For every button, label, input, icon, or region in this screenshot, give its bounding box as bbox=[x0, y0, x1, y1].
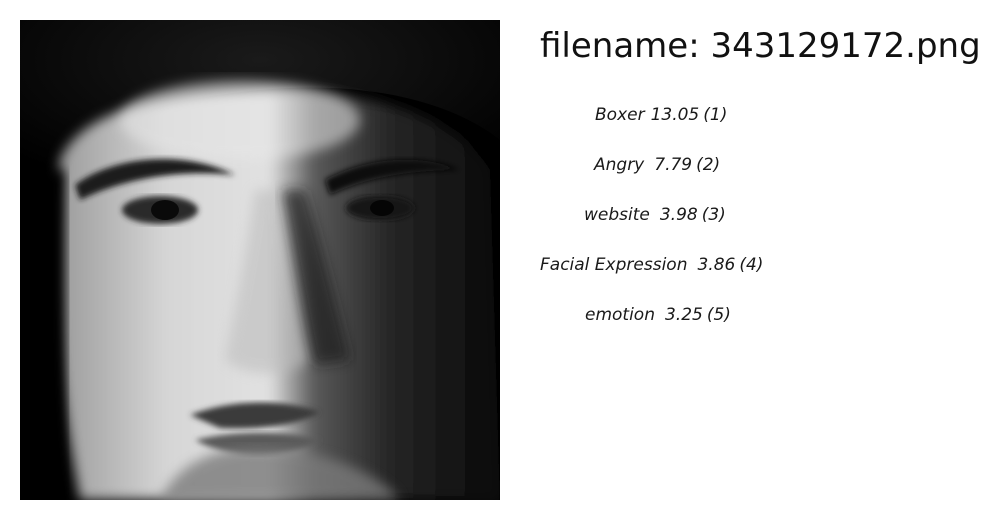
prediction-label: Facial Expression bbox=[540, 255, 688, 275]
prediction-score: 3.25 bbox=[664, 305, 703, 325]
prediction-label: Boxer bbox=[595, 105, 645, 125]
portrait-photo bbox=[20, 20, 500, 500]
prediction-item: Boxer 13.05 (1) bbox=[540, 100, 800, 150]
prediction-label: emotion bbox=[585, 305, 655, 325]
portrait-image bbox=[20, 20, 500, 500]
prediction-score: 13.05 bbox=[650, 105, 700, 125]
prediction-score: 3.86 bbox=[697, 255, 736, 275]
prediction-item: website 3.98 (3) bbox=[540, 200, 800, 250]
prediction-item: Facial Expression 3.86 (4) bbox=[540, 250, 800, 300]
prediction-item: Angry 7.79 (2) bbox=[540, 150, 800, 200]
prediction-rank: (5) bbox=[706, 305, 731, 325]
prediction-label: website bbox=[584, 205, 650, 225]
prediction-score: 7.79 bbox=[654, 155, 693, 175]
prediction-rank: (4) bbox=[739, 255, 764, 275]
prediction-rank: (3) bbox=[701, 205, 726, 225]
prediction-rank: (2) bbox=[696, 155, 721, 175]
prediction-rank: (1) bbox=[703, 105, 728, 125]
filename-label: filename: 343129172.png bbox=[540, 26, 981, 66]
prediction-label: Angry bbox=[594, 155, 645, 175]
prediction-score: 3.98 bbox=[659, 205, 698, 225]
prediction-item: emotion 3.25 (5) bbox=[540, 300, 800, 350]
prediction-list: Boxer 13.05 (1) Angry 7.79 (2) website 3.98 (3… bbox=[540, 100, 800, 350]
